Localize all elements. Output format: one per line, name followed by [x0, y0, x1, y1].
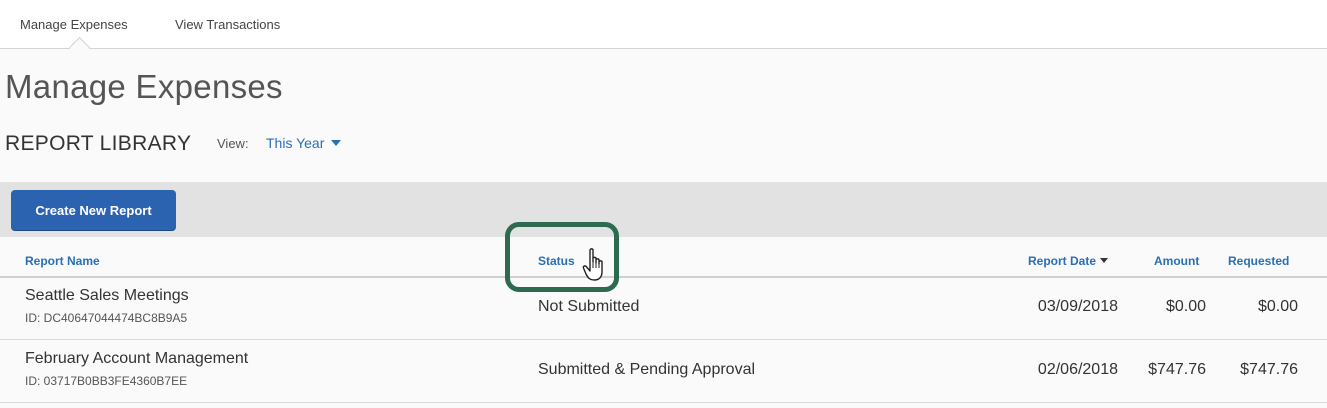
page-title: Manage Expenses [5, 68, 283, 105]
view-filter-dropdown[interactable]: This Year [266, 135, 342, 151]
view-filter-value: This Year [266, 135, 325, 151]
report-name: Seattle Sales Meetings [25, 287, 189, 304]
chevron-down-icon [331, 140, 342, 146]
column-header-requested[interactable]: Requested [1228, 254, 1289, 268]
report-id: ID: DC40647044474BC8B9A5 [25, 311, 188, 325]
section-title: REPORT LIBRARY [5, 132, 192, 155]
create-new-report-button[interactable]: Create New Report [11, 190, 176, 230]
tab-manage-expenses[interactable]: Manage Expenses [20, 17, 128, 32]
top-tab-bar: Manage Expenses View Transactions [0, 0, 1327, 59]
report-requested: $0.00 [1257, 298, 1298, 315]
report-date: 03/09/2018 [1037, 298, 1118, 315]
report-requested: $747.76 [1240, 361, 1298, 378]
tab-view-transactions[interactable]: View Transactions [175, 17, 280, 32]
sort-descending-icon [1100, 258, 1109, 263]
report-name: February Account Management [25, 350, 249, 367]
table-row[interactable]: February Account Management ID: 03717B0B… [0, 340, 1327, 403]
report-status: Submitted & Pending Approval [538, 361, 756, 378]
report-id: ID: 03717B0BB3FE4360B7EE [25, 374, 188, 388]
main-content: Manage Expenses REPORT LIBRARY View: Thi… [0, 49, 1327, 408]
column-header-amount[interactable]: Amount [1154, 254, 1199, 268]
report-toolbar: Create New Report [0, 182, 1327, 237]
column-header-report-date[interactable]: Report Date [1028, 254, 1109, 268]
report-date-label: Report Date [1028, 254, 1097, 268]
report-amount: $0.00 [1165, 298, 1206, 315]
column-header-report-name[interactable]: Report Name [25, 254, 100, 268]
table-row[interactable]: Seattle Sales Meetings ID: DC40647044474… [0, 277, 1327, 340]
report-status: Not Submitted [538, 298, 640, 315]
report-amount: $747.76 [1148, 361, 1206, 378]
report-date: 02/06/2018 [1037, 361, 1118, 378]
view-label: View: [217, 136, 249, 151]
table-header: Report Name Status Report Date Amount Re… [0, 237, 1327, 278]
hand-cursor-icon [582, 248, 603, 281]
column-header-status[interactable]: Status [538, 254, 575, 268]
